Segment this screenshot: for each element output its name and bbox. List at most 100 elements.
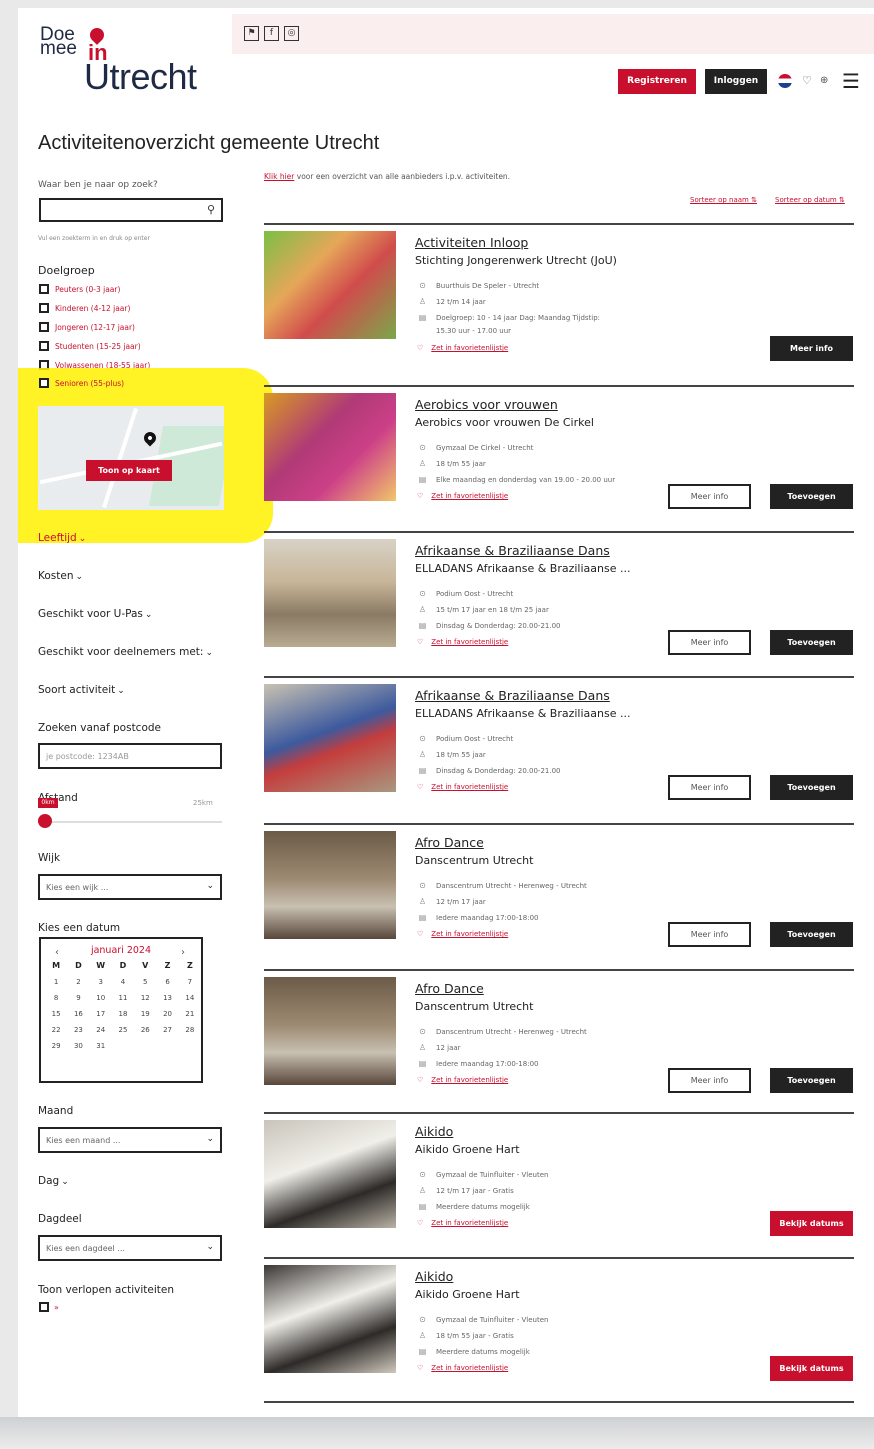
view-dates-button[interactable]: Bekijk datums [770,1211,853,1236]
calendar-day[interactable]: 15 [45,1010,67,1018]
site-logo[interactable]: Doe mee in Utrecht [38,25,218,97]
calendar-day[interactable]: 3 [90,978,112,986]
calendar-day[interactable]: 4 [112,978,134,986]
providers-link[interactable]: Klik hier [264,172,294,181]
add-button[interactable]: Toevoegen [770,630,853,655]
more-info-button[interactable]: Meer info [668,775,751,800]
calendar-day[interactable]: 28 [179,1026,201,1034]
activity-image[interactable] [264,1120,396,1228]
distance-slider-handle[interactable] [38,814,52,828]
activity-image[interactable] [264,684,396,792]
instagram-icon[interactable]: ◎ [284,26,299,41]
calendar-day[interactable]: 11 [112,994,134,1002]
activity-title[interactable]: Afrikaanse & Braziliaanse Dans [415,688,610,703]
add-button[interactable]: Toevoegen [770,775,853,800]
filter-kosten[interactable]: Kosten ⌄ [38,570,83,582]
maand-select[interactable]: Kies een maand ... ⌄ [38,1127,222,1153]
register-button[interactable]: Registreren [618,69,696,94]
calendar-grid[interactable]: M D W D V Z Z 1 2 3 4 5 6 7 8 9 10 11 12 13 14 15 16 17 18 19 20 21… [45,961,201,1050]
calendar-day[interactable]: 5 [134,978,156,986]
calendar-day[interactable]: 23 [67,1026,89,1034]
view-dates-button[interactable]: Bekijk datums [770,1356,853,1381]
add-button[interactable]: Toevoegen [770,922,853,947]
checkbox[interactable] [39,1302,49,1312]
activity-image[interactable] [264,231,396,339]
favorite-link[interactable]: ♡ Zet in favorietenlijstje [417,344,508,352]
favorite-link[interactable]: ♡ Zet in favorietenlijstje [417,1364,508,1372]
activity-image[interactable] [264,831,396,939]
calendar-day[interactable]: 31 [90,1042,112,1050]
calendar-day[interactable]: 13 [156,994,178,1002]
calendar-day[interactable]: 24 [90,1026,112,1034]
calendar-day[interactable]: 30 [67,1042,89,1050]
filter-deelnemers[interactable]: Geschikt voor deelnemers met: ⌄ [38,646,213,658]
sort-by-date-link[interactable]: Sorteer op datum ⇅ [775,196,845,204]
activity-title[interactable]: Aerobics voor vrouwen [415,397,558,412]
map-preview[interactable]: Toon op kaart [38,406,224,510]
show-expired-checkbox[interactable]: » [39,1302,59,1312]
activity-title[interactable]: Afro Dance [415,981,484,996]
activity-image[interactable] [264,977,396,1085]
checkbox[interactable] [39,284,49,294]
search-icon[interactable]: ⚲ [207,203,215,216]
checkbox[interactable] [39,378,49,388]
calendar-day[interactable]: 29 [45,1042,67,1050]
favorite-link[interactable]: ♡ Zet in favorietenlijstje [417,492,508,500]
activity-title[interactable]: Afrikaanse & Braziliaanse Dans [415,543,610,558]
calendar-day[interactable]: 21 [179,1010,201,1018]
more-info-button[interactable]: Meer info [668,1068,751,1093]
doelgroep-option[interactable]: Jongeren (12-17 jaar) [39,322,135,332]
calendar-day[interactable]: 19 [134,1010,156,1018]
filter-soort[interactable]: Soort activiteit ⌄ [38,684,125,696]
sort-by-name-link[interactable]: Sorteer op naam ⇅ [690,196,757,204]
facebook-icon[interactable]: f [264,26,279,41]
more-info-button[interactable]: Meer info [668,484,751,509]
favorite-link[interactable]: ♡ Zet in favorietenlijstje [417,930,508,938]
doelgroep-option[interactable]: Peuters (0-3 jaar) [39,284,120,294]
calendar-day[interactable]: 8 [45,994,67,1002]
calendar-day[interactable]: 6 [156,978,178,986]
favorite-link[interactable]: ♡ Zet in favorietenlijstje [417,1076,508,1084]
more-info-button[interactable]: Meer info [668,630,751,655]
checkbox[interactable] [39,341,49,351]
more-info-button[interactable]: Meer info [770,336,853,361]
postcode-input[interactable]: je postcode: 1234AB [38,743,222,769]
doelgroep-option[interactable]: Kinderen (4-12 jaar) [39,303,130,313]
add-button[interactable]: Toevoegen [770,1068,853,1093]
dagdeel-select[interactable]: Kies een dagdeel ... ⌄ [38,1235,222,1261]
activity-image[interactable] [264,393,396,501]
activity-title[interactable]: Activiteiten Inloop [415,235,528,250]
calendar-day[interactable]: 10 [90,994,112,1002]
search-input[interactable]: ⚲ [39,198,223,222]
filter-dag[interactable]: Dag ⌄ [38,1175,69,1187]
login-button[interactable]: Inloggen [705,69,767,94]
calendar-day[interactable]: 7 [179,978,201,986]
checkbox[interactable] [39,303,49,313]
hamburger-menu-icon[interactable]: ☰ [842,69,860,93]
accessibility-icon[interactable]: ⚑ [244,26,259,41]
show-on-map-button[interactable]: Toon op kaart [86,460,172,481]
doelgroep-option[interactable]: Senioren (55-plus) [39,378,124,388]
calendar-day[interactable]: 12 [134,994,156,1002]
favorite-link[interactable]: ♡ Zet in favorietenlijstje [417,638,508,646]
cart-icon[interactable]: ⊕ [820,75,828,86]
activity-image[interactable] [264,539,396,647]
favorite-link[interactable]: ♡ Zet in favorietenlijstje [417,1219,508,1227]
calendar-day[interactable]: 26 [134,1026,156,1034]
wijk-select[interactable]: Kies een wijk ... ⌄ [38,874,222,900]
calendar-day[interactable]: 22 [45,1026,67,1034]
filter-leeftijd[interactable]: Leeftijd ⌄ [38,532,86,544]
activity-image[interactable] [264,1265,396,1373]
calendar-day[interactable]: 9 [67,994,89,1002]
calendar-day[interactable]: 2 [67,978,89,986]
calendar-day[interactable]: 17 [90,1010,112,1018]
distance-slider-track[interactable] [38,821,222,823]
activity-title[interactable]: Aikido [415,1124,453,1139]
more-info-button[interactable]: Meer info [668,922,751,947]
calendar-day[interactable]: 1 [45,978,67,986]
calendar-day[interactable]: 27 [156,1026,178,1034]
checkbox[interactable] [39,322,49,332]
calendar-day[interactable]: 16 [67,1010,89,1018]
doelgroep-option[interactable]: Studenten (15-25 jaar) [39,341,141,351]
favorite-link[interactable]: ♡ Zet in favorietenlijstje [417,783,508,791]
